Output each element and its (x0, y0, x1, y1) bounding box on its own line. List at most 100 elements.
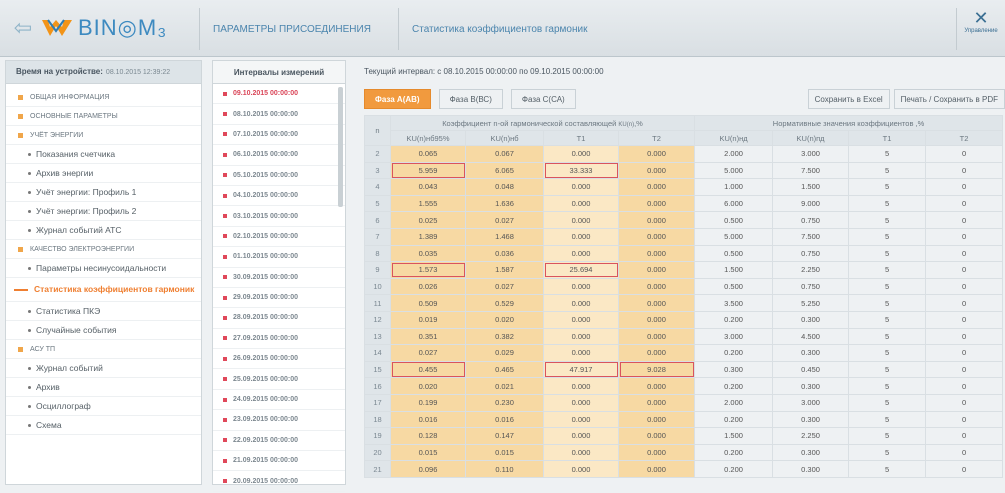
interval-item[interactable]: 21.09.2015 00:00:00 (213, 451, 345, 472)
interval-item[interactable]: 25.09.2015 00:00:00 (213, 369, 345, 390)
sidebar: Время на устройстве: 08.10.2015 12:39:22 … (5, 60, 202, 485)
table-cell: 0.000 (617, 227, 696, 246)
table-cell: 0 (925, 344, 1004, 362)
sidebar-item[interactable]: Схема (6, 416, 201, 435)
sidebar-item[interactable]: Учёт энергии: Профиль 2 (6, 202, 201, 221)
interval-item[interactable]: 07.10.2015 00:00:00 (213, 125, 345, 146)
interval-item[interactable]: 20.09.2015 00:00:00 (213, 471, 345, 492)
sidebar-item[interactable]: Осциллограф (6, 397, 201, 416)
print-pdf-button[interactable]: Печать / Сохранить в PDF (893, 89, 1005, 109)
sidebar-item[interactable]: КАЧЕСТВО ЭЛЕКТРОЭНЕРГИИ (6, 240, 201, 259)
sidebar-item[interactable]: Показания счетчика (6, 145, 201, 164)
interval-item[interactable]: 26.09.2015 00:00:00 (213, 349, 345, 370)
table-cell: 0.000 (543, 178, 619, 196)
sidebar-item[interactable]: Архив энергии (6, 164, 201, 183)
interval-item[interactable]: 03.10.2015 00:00:00 (213, 206, 345, 227)
tab-connection-params[interactable]: ПАРАМЕТРЫ ПРИСОЕДИНЕНИЯ (213, 24, 371, 35)
interval-item[interactable]: 08.10.2015 00:00:00 (213, 104, 345, 125)
table-cell: 7.500 (772, 227, 850, 246)
tools-icon: ✕ (973, 8, 989, 28)
interval-item[interactable]: 01.10.2015 00:00:00 (213, 247, 345, 268)
table-cell: 0.750 (772, 211, 850, 229)
table-cell: 0.000 (543, 294, 619, 312)
table-cell: 0.000 (543, 460, 619, 478)
sidebar-item[interactable]: Журнал событий АТС (6, 221, 201, 240)
sidebar-item[interactable]: ОСНОВНЫЕ ПАРАМЕТРЫ (6, 107, 201, 126)
interval-item[interactable]: 29.09.2015 00:00:00 (213, 288, 345, 309)
logo-text: BIN◎M₃ (78, 15, 168, 40)
tab-harmonic-stats[interactable]: Статистика коэффициентов гармоник (412, 24, 587, 35)
tab-phase-c[interactable]: Фаза С(СА) (510, 89, 576, 109)
interval-item[interactable]: 22.09.2015 00:00:00 (213, 431, 345, 452)
sidebar-item[interactable]: УЧЁТ ЭНЕРГИИ (6, 126, 201, 145)
square-marker-icon (223, 152, 227, 157)
sidebar-item[interactable]: Журнал событий (6, 359, 201, 378)
interval-item[interactable]: 28.09.2015 00:00:00 (213, 308, 345, 329)
table-cell: 0 (925, 294, 1004, 312)
intervals-scrollbar[interactable] (338, 87, 343, 207)
table-cell: 0.000 (617, 211, 696, 229)
dot-bullet-icon (28, 266, 31, 270)
table-row: 10 0.026 0.027 0.000 0.000 0.500 0.750 5 0 (364, 277, 1004, 296)
table-cell: 0.000 (617, 344, 696, 362)
table-cell: 0 (925, 327, 1004, 346)
square-marker-icon (223, 336, 227, 341)
table-cell: 5.000 (694, 161, 774, 180)
harmonic-number: 20 (364, 443, 391, 462)
table-cell: 7.500 (772, 161, 850, 180)
dot-bullet-icon (28, 385, 31, 389)
sidebar-item[interactable]: Параметры несинусоидальности (6, 259, 201, 278)
group-header-normative: Нормативные значения коэффициентов ,% (694, 115, 1004, 131)
interval-item[interactable]: 06.10.2015 00:00:00 (213, 145, 345, 166)
logo-mark-icon (42, 19, 72, 36)
sidebar-item[interactable]: Архив (6, 378, 201, 397)
interval-item[interactable]: 27.09.2015 00:00:00 (213, 329, 345, 350)
sidebar-item-label: Параметры несинусоидальности (36, 263, 167, 273)
interval-item[interactable]: 30.09.2015 00:00:00 (213, 268, 345, 288)
table-row: 12 0.019 0.020 0.000 0.000 0.200 0.300 5 0 (364, 310, 1004, 329)
save-excel-button[interactable]: Сохранить в Excel (807, 89, 890, 109)
manage-button[interactable]: ✕ Управление (961, 8, 1001, 34)
table-cell: 0.036 (465, 244, 544, 263)
table-cell: 0.200 (694, 410, 774, 429)
col-header: T1 (543, 130, 619, 146)
interval-item[interactable]: 02.10.2015 00:00:00 (213, 227, 345, 248)
table-cell: 0.027 (465, 211, 544, 229)
sidebar-item-label: КАЧЕСТВО ЭЛЕКТРОЭНЕРГИИ (30, 245, 135, 253)
intervals-title: Интервалы измерений (213, 61, 345, 84)
table-cell: 0.382 (465, 327, 544, 346)
square-marker-icon (223, 295, 227, 300)
interval-item[interactable]: 24.09.2015 00:00:00 (213, 390, 345, 411)
tab-phase-a[interactable]: Фаза А(АВ) (364, 89, 431, 109)
table-cell: 0.015 (390, 443, 466, 462)
table-cell: 0.000 (543, 145, 619, 163)
dot-bullet-icon (28, 152, 31, 156)
table-row: 21 0.096 0.110 0.000 0.000 0.200 0.300 5 0 (364, 460, 1004, 478)
interval-item[interactable]: 04.10.2015 00:00:00 (213, 186, 345, 207)
dot-bullet-icon (28, 309, 31, 313)
sidebar-item-label: Осциллограф (36, 401, 91, 411)
sidebar-item-label: ОСНОВНЫЕ ПАРАМЕТРЫ (30, 112, 118, 120)
sidebar-item[interactable]: АСУ ТП (6, 340, 201, 359)
harmonic-number: 3 (364, 161, 391, 180)
sidebar-item[interactable]: Статистика ПКЭ (6, 302, 201, 321)
harmonic-number: 18 (364, 410, 391, 429)
table-cell: 47.917 (543, 360, 619, 379)
sidebar-item[interactable]: Учёт энергии: Профиль 1 (6, 183, 201, 202)
harmonic-number: 9 (364, 261, 391, 279)
interval-item[interactable]: 09.10.2015 00:00:00 (213, 84, 345, 105)
harmonic-number: 5 (364, 194, 391, 213)
divider (398, 8, 399, 50)
sidebar-item[interactable]: ОБЩАЯ ИНФОРМАЦИЯ (6, 88, 201, 107)
interval-item[interactable]: 23.09.2015 00:00:00 (213, 410, 345, 431)
back-arrow-icon[interactable]: ⇦ (10, 15, 36, 41)
table-cell: 0.351 (390, 327, 466, 346)
interval-item[interactable]: 05.10.2015 00:00:00 (213, 166, 345, 186)
interval-date: 21.09.2015 00:00:00 (233, 457, 298, 465)
sidebar-item[interactable]: Статистика коэффициентов гармоник (6, 278, 201, 302)
table-cell: 1.573 (390, 261, 466, 279)
table-cell: 0.000 (617, 244, 696, 263)
sidebar-item[interactable]: Случайные события (6, 321, 201, 340)
table-cell: 3.000 (694, 327, 774, 346)
tab-phase-b[interactable]: Фаза В(ВС) (438, 89, 503, 109)
